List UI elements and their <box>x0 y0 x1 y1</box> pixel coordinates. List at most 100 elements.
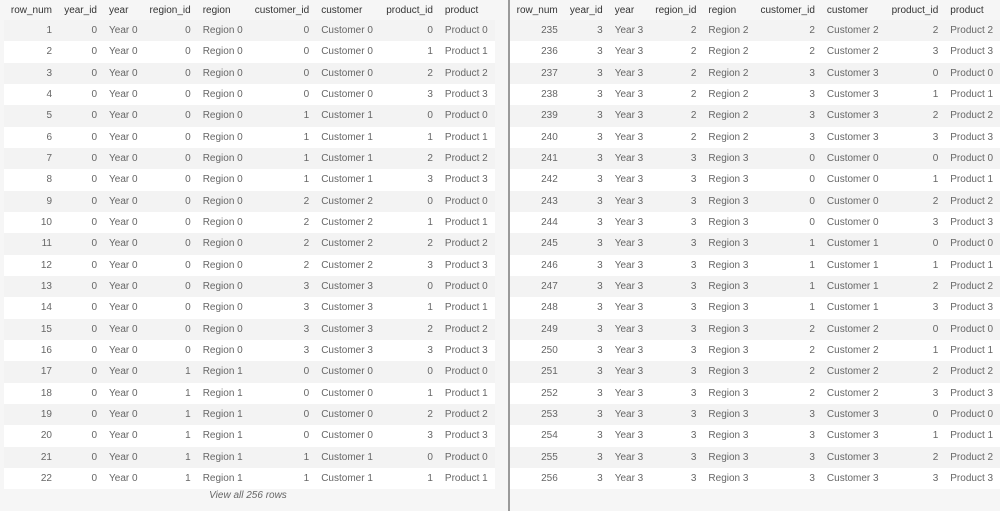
cell-year-id: 0 <box>91 153 97 165</box>
column-header-customer[interactable]: customer <box>821 0 886 20</box>
cell-row-num: 239 <box>541 110 558 122</box>
cell-row-num: 20 <box>40 430 52 442</box>
cell-customer: Customer 2 <box>826 366 879 378</box>
table-row: 2 0 Year 0 0 Region 0 0 Customer 0 1 Product 1 <box>4 41 495 63</box>
cell-region-id: 2 <box>690 46 697 58</box>
column-header-customer[interactable]: customer <box>315 0 380 20</box>
cell-product: Product 3 <box>444 345 488 357</box>
column-header-customer-id[interactable]: customer_id <box>754 0 820 20</box>
view-all-rows-link[interactable]: View all 256 rows <box>0 490 496 501</box>
cell-region: Region 0 <box>202 323 243 335</box>
cell-region: Region 0 <box>202 67 243 79</box>
table-row: 7 0 Year 0 0 Region 0 1 Customer 1 2 Product 2 <box>4 147 495 170</box>
column-header-region-id[interactable]: region_id <box>144 0 197 20</box>
column-header-year[interactable]: year <box>103 0 144 20</box>
cell-row-num: 6 <box>46 131 52 143</box>
cell-product-id: 0 <box>932 238 939 250</box>
cell-customer: Customer 0 <box>826 195 879 207</box>
cell-product-id: 2 <box>932 195 939 207</box>
cell-product-id: 1 <box>932 345 939 357</box>
cell-customer: Customer 1 <box>321 153 373 165</box>
cell-region: Region 3 <box>708 345 749 357</box>
cell-year-id: 3 <box>597 451 603 463</box>
cell-year-id: 0 <box>91 473 97 485</box>
cell-year: Year 0 <box>109 238 138 250</box>
cell-year-id: 3 <box>597 366 603 378</box>
cell-product: Product 0 <box>950 238 994 250</box>
cell-customer-id: 3 <box>303 281 310 293</box>
cell-region-id: 3 <box>690 409 697 421</box>
cell-year: Year 0 <box>109 174 138 186</box>
column-header-region[interactable]: region <box>197 0 249 20</box>
cell-row-num: 252 <box>541 387 558 399</box>
cell-year: Year 0 <box>109 451 138 463</box>
column-header-product[interactable]: product <box>439 0 495 20</box>
cell-year: Year 3 <box>614 195 644 207</box>
cell-region: Region 3 <box>708 323 749 335</box>
cell-region: Region 3 <box>708 217 749 229</box>
cell-row-num: 255 <box>541 451 558 463</box>
cell-region-id: 1 <box>185 366 191 378</box>
table-row: 247 3 Year 3 3 Region 3 1 Customer 1 2 Product 2 <box>510 275 1000 298</box>
cell-product-id: 0 <box>427 195 433 207</box>
cell-region-id: 3 <box>690 195 697 207</box>
cell-product: Product 1 <box>444 131 488 143</box>
cell-row-num: 19 <box>40 409 52 421</box>
cell-customer-id: 2 <box>809 387 815 399</box>
column-header-customer-id[interactable]: customer_id <box>249 0 315 20</box>
cell-customer: Customer 3 <box>321 281 373 293</box>
column-header-row-num[interactable]: row_num <box>4 0 58 20</box>
cell-customer-id: 2 <box>303 195 310 207</box>
column-header-product-id[interactable]: product_id <box>380 0 439 20</box>
cell-year-id: 3 <box>597 323 603 335</box>
cell-row-num: 250 <box>541 345 558 357</box>
header-row: row_num year_id year region_id region custome… <box>4 0 495 20</box>
cell-product: Product 3 <box>444 259 488 271</box>
column-header-year-id[interactable]: year_id <box>58 0 103 20</box>
table-row: 8 0 Year 0 0 Region 0 1 Customer 1 3 Product 3 <box>4 169 495 191</box>
cell-customer-id: 3 <box>809 67 815 79</box>
column-header-row-num[interactable]: row_num <box>510 0 564 20</box>
column-header-product[interactable]: product <box>944 0 1000 20</box>
cell-year: Year 3 <box>614 153 644 165</box>
column-header-region[interactable]: region <box>702 0 754 20</box>
cell-product-id: 2 <box>932 451 939 463</box>
cell-region: Region 3 <box>708 302 749 314</box>
cell-product: Product 1 <box>444 46 488 58</box>
cell-customer: Customer 2 <box>321 238 373 250</box>
cell-product: Product 3 <box>950 473 994 485</box>
cell-product-id: 3 <box>932 131 939 143</box>
cell-customer-id: 1 <box>809 281 815 293</box>
cell-customer: Customer 2 <box>826 323 879 335</box>
cell-product-id: 0 <box>932 409 939 421</box>
cell-year-id: 0 <box>91 281 97 293</box>
cell-product: Product 2 <box>950 366 994 378</box>
cell-product: Product 3 <box>444 430 488 442</box>
cell-row-num: 22 <box>40 473 52 485</box>
cell-product-id: 1 <box>932 174 939 186</box>
column-header-year[interactable]: year <box>609 0 650 20</box>
cell-region-id: 3 <box>690 238 697 250</box>
cell-region-id: 2 <box>690 67 697 79</box>
cell-row-num: 3 <box>46 67 52 79</box>
cell-product: Product 2 <box>950 195 994 207</box>
cell-year-id: 0 <box>91 195 97 207</box>
cell-year: Year 3 <box>614 217 644 229</box>
cell-product: Product 2 <box>444 153 488 165</box>
column-header-product-id[interactable]: product_id <box>886 0 945 20</box>
column-header-region-id[interactable]: region_id <box>649 0 702 20</box>
cell-customer: Customer 2 <box>826 387 879 399</box>
table-row: 240 3 Year 3 2 Region 2 3 Customer 3 3 Product 3 <box>510 126 1000 148</box>
cell-customer-id: 1 <box>303 473 310 485</box>
cell-region: Region 1 <box>202 366 243 378</box>
cell-year: Year 0 <box>109 195 138 207</box>
cell-row-num: 12 <box>40 259 52 271</box>
cell-region: Region 3 <box>708 473 749 485</box>
cell-customer-id: 3 <box>303 345 310 357</box>
column-header-year-id[interactable]: year_id <box>564 0 609 20</box>
cell-customer: Customer 0 <box>321 46 373 58</box>
cell-region: Region 0 <box>202 89 243 101</box>
cell-year: Year 0 <box>109 409 138 421</box>
cell-year: Year 0 <box>109 46 138 58</box>
cell-year-id: 0 <box>91 25 97 37</box>
